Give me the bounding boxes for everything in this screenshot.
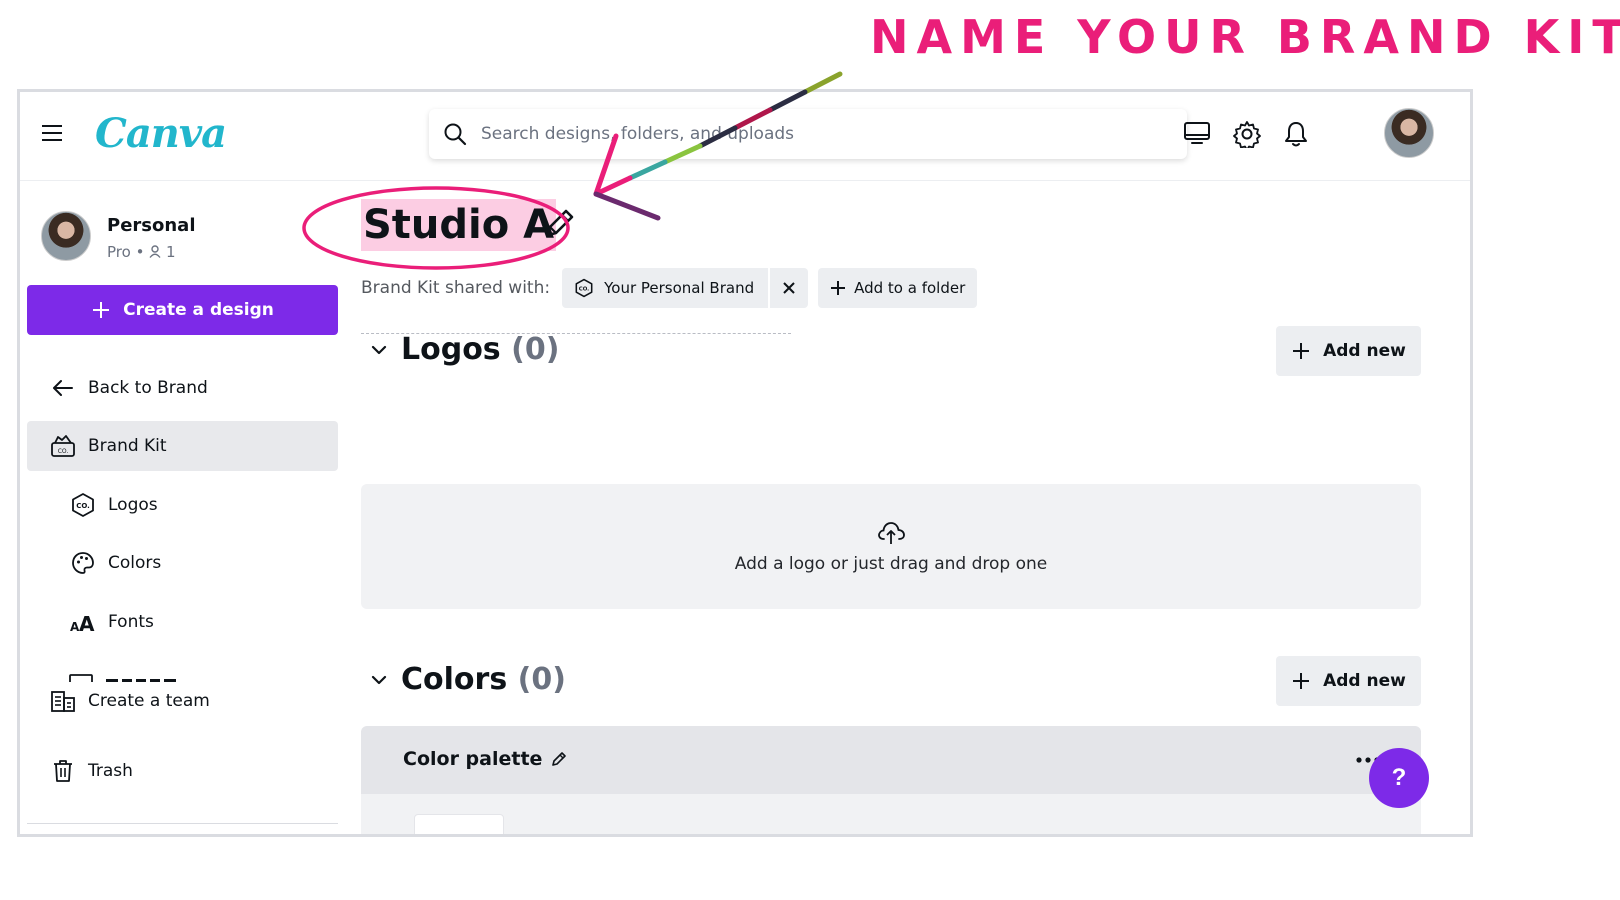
svg-text:A: A — [79, 612, 95, 633]
add-logo-button[interactable]: Add new — [1276, 326, 1421, 376]
shared-with-label: Brand Kit shared with: — [361, 278, 551, 298]
chevron-down-icon — [371, 345, 387, 354]
palette-body — [361, 794, 1421, 834]
palette-header: Color palette — [361, 726, 1421, 794]
add-to-folder-button[interactable]: Add to a folder — [818, 268, 978, 308]
create-design-label: Create a design — [123, 300, 274, 320]
nav-fonts[interactable]: A A Fonts — [27, 597, 338, 647]
remove-brand-button[interactable] — [768, 268, 809, 308]
profile-avatar — [41, 211, 91, 261]
create-design-button[interactable]: Create a design — [27, 285, 338, 335]
profile-meta: Pro • 1 — [107, 243, 176, 261]
canva-window: Canva Personal Pro — [17, 89, 1473, 837]
team-icon — [50, 688, 76, 714]
nav-label: Back to Brand — [88, 378, 208, 398]
plus-icon — [831, 281, 846, 295]
nav-colors[interactable]: Colors — [27, 538, 338, 588]
bell-icon[interactable] — [1283, 120, 1309, 148]
svg-text:CO.: CO. — [76, 502, 90, 510]
plus-icon — [1293, 673, 1310, 689]
logo-icon: CO. — [70, 492, 96, 518]
color-palette-card: Color palette — [361, 726, 1421, 834]
arrow-left-icon — [50, 375, 76, 401]
nav-label: Fonts — [108, 612, 154, 632]
separator-dot: • — [135, 243, 150, 261]
nav-label: Logos — [108, 495, 158, 515]
kit-title[interactable]: Studio A — [361, 199, 557, 251]
add-color-button[interactable]: Add new — [1276, 656, 1421, 706]
logos-toggle[interactable]: Logos (0) — [361, 332, 559, 367]
profile-plan: Pro — [107, 243, 131, 261]
add-new-label: Add new — [1323, 341, 1406, 361]
add-color-swatch[interactable] — [414, 814, 504, 834]
colors-toggle[interactable]: Colors (0) — [361, 662, 566, 697]
cloud-upload-icon — [878, 521, 905, 544]
gear-icon[interactable] — [1233, 120, 1261, 148]
help-button[interactable]: ? — [1369, 748, 1429, 808]
nav-label: Create a team — [88, 691, 210, 711]
dropzone-text: Add a logo or just drag and drop one — [734, 553, 1048, 574]
search-icon — [444, 123, 467, 146]
nav-back-to-brand[interactable]: Back to Brand — [27, 363, 338, 413]
brand-kit-icon: CO. — [50, 433, 76, 459]
fonts-icon: A A — [70, 609, 96, 635]
palette-title-row[interactable]: Color palette — [403, 748, 568, 770]
brand-kit-main: Studio A Brand Kit shared with: CO. Your… — [345, 181, 1470, 834]
colors-section-header: Colors (0) Add new — [361, 656, 1421, 706]
logos-count: (0) — [511, 332, 560, 367]
canva-logo[interactable]: Canva — [95, 110, 227, 157]
person-icon — [149, 245, 161, 258]
search-bar[interactable] — [429, 109, 1187, 159]
svg-text:CO.: CO. — [58, 448, 69, 455]
nav-create-team[interactable]: Create a team — [27, 676, 338, 726]
plus-icon — [1293, 343, 1310, 359]
profile-members: 1 — [165, 243, 176, 261]
hamburger-menu-icon[interactable] — [42, 124, 62, 142]
sidebar-divider — [27, 823, 338, 824]
pencil-icon[interactable] — [550, 750, 568, 768]
chevron-down-icon — [371, 675, 387, 684]
close-icon — [783, 282, 795, 294]
add-to-folder-label: Add to a folder — [854, 279, 966, 297]
pencil-icon[interactable] — [542, 207, 576, 241]
annotation-headline: NAME YOUR BRAND KIT — [870, 10, 1620, 64]
search-input[interactable] — [479, 109, 1169, 159]
nav-label: Trash — [88, 761, 133, 781]
shared-with-row: Brand Kit shared with: CO. Your Personal… — [361, 268, 978, 308]
shared-brand-chip[interactable]: CO. Your Personal Brand — [562, 268, 769, 308]
logo-dropzone[interactable]: Add a logo or just drag and drop one — [361, 484, 1421, 609]
sidebar: Personal Pro • 1 Create a design Back to… — [20, 181, 345, 834]
svg-text:CO.: CO. — [579, 286, 589, 292]
shared-brand-label: Your Personal Brand — [604, 279, 755, 297]
colors-title: Colors — [401, 662, 508, 697]
palette-icon — [70, 550, 96, 576]
nav-label: Colors — [108, 553, 162, 573]
palette-title: Color palette — [403, 748, 543, 770]
nav-label: Brand Kit — [88, 436, 167, 456]
colors-count: (0) — [517, 662, 566, 697]
profile-name: Personal — [107, 215, 196, 236]
top-bar: Canva — [20, 92, 1470, 181]
nav-logos[interactable]: CO. Logos — [27, 480, 338, 530]
plus-icon — [93, 302, 110, 318]
logos-title: Logos — [401, 332, 501, 367]
nav-brand-kit[interactable]: CO. Brand Kit — [27, 421, 338, 471]
trash-icon — [50, 758, 76, 784]
add-new-label: Add new — [1323, 671, 1406, 691]
user-avatar[interactable] — [1384, 108, 1434, 158]
nav-trash[interactable]: Trash — [27, 746, 338, 796]
brand-icon: CO. — [575, 278, 593, 298]
monitor-icon[interactable] — [1183, 120, 1211, 146]
logos-section-header: Logos (0) Add new — [361, 326, 1421, 376]
